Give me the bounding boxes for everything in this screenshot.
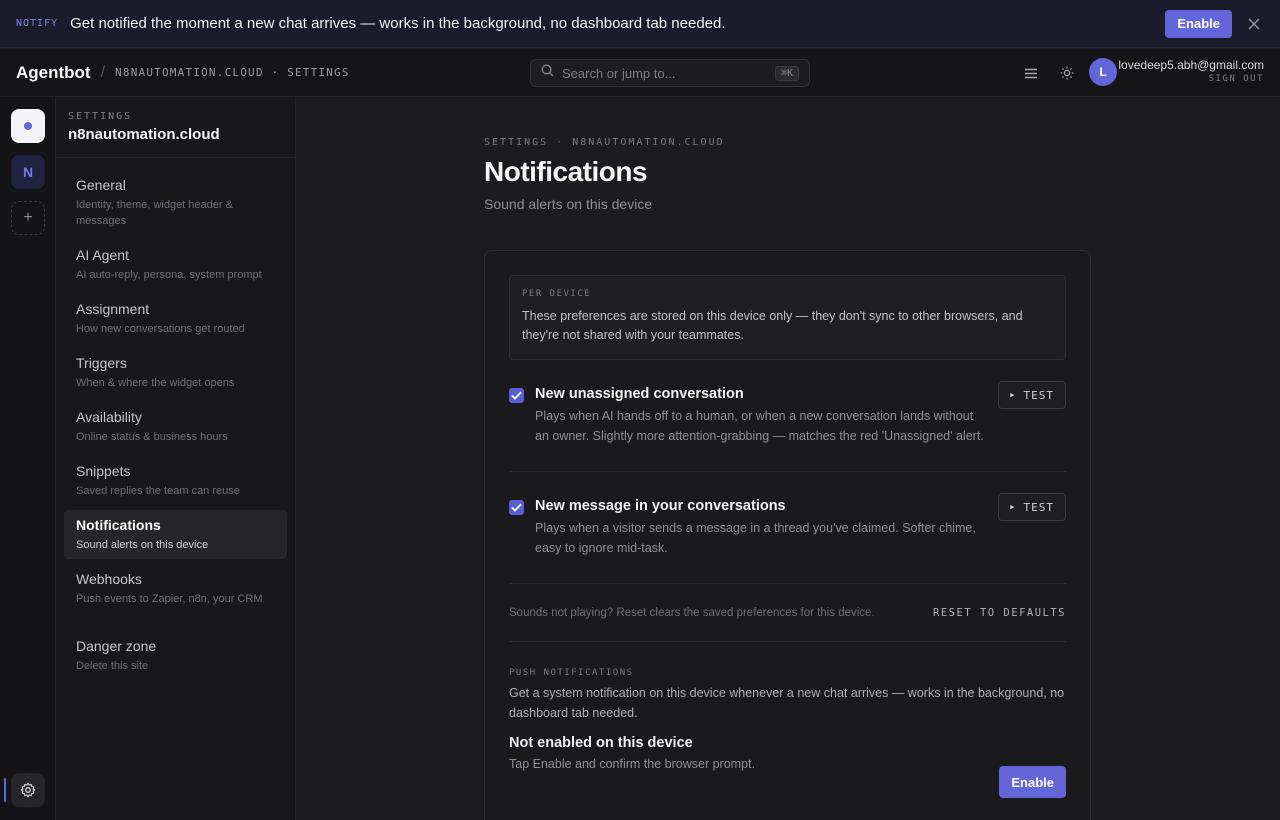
sidebar-item-snippets[interactable]: Snippets Saved replies the team can reus… [64, 456, 287, 505]
banner-tag: NOTIFY [16, 18, 59, 29]
sidebar-item-label: Danger zone [76, 638, 157, 654]
sidebar-item-desc: Push events to Zapier, n8n, your CRM [76, 593, 263, 605]
avatar[interactable]: L [1089, 58, 1117, 86]
test-unassigned-button[interactable]: ▶ TEST [998, 381, 1066, 409]
per-device-label: PER DEVICE [522, 289, 592, 299]
your-messages-checkbox[interactable] [509, 500, 524, 515]
sidebar-item-label: Webhooks [76, 571, 142, 587]
play-icon: ▶ [1010, 391, 1016, 399]
sidebar-item-label: AI Agent [76, 247, 129, 263]
breadcrumb: N8NAUTOMATION.CLOUD · SETTINGS [115, 66, 350, 79]
sidebar-site-name: n8nautomation.cloud [68, 126, 220, 143]
per-device-text: These preferences are stored on this dev… [522, 309, 1023, 342]
notify-banner: NOTIFY Get notified the moment a new cha… [0, 0, 1280, 48]
sidebar-item-ai-agent[interactable]: AI Agent AI auto-reply, persona, system … [64, 240, 287, 289]
sidebar-item-assignment[interactable]: Assignment How new conversations get rou… [64, 294, 287, 343]
push-state: Not enabled on this device [509, 735, 693, 751]
search-input[interactable]: Search or jump to... ⌘K [530, 59, 810, 87]
settings-sidebar: SETTINGS n8nautomation.cloud General Ide… [56, 97, 296, 820]
banner-enable-button[interactable]: Enable [1165, 9, 1232, 38]
user-menu: lovedeep5.abh@gmail.com SIGN OUT [1118, 58, 1264, 84]
search-shortcut: ⌘K [774, 65, 799, 81]
your-messages-desc: Plays when a visitor sends a message in … [535, 521, 976, 555]
sidebar-item-desc: When & where the widget opens [76, 377, 235, 389]
page-title: Notifications [484, 156, 648, 187]
setting-row-your-messages: New message in your conversations Plays … [509, 471, 1066, 583]
site-n-icon[interactable]: N [11, 155, 45, 189]
banner-message: Get notified the moment a new chat arriv… [70, 15, 726, 32]
rail-active-indicator [4, 778, 6, 802]
close-icon[interactable] [1244, 14, 1264, 34]
sidebar-item-label: Availability [76, 409, 142, 425]
sidebar-item-desc: Online status & business hours [76, 431, 228, 443]
test-label: TEST [1023, 500, 1054, 514]
sidebar-item-label: Assignment [76, 301, 150, 317]
reset-to-defaults-button[interactable]: RESET TO DEFAULTS [933, 607, 1066, 619]
sidebar-eyebrow: SETTINGS [68, 111, 133, 122]
search-icon [541, 64, 554, 82]
push-notifications-section: PUSH NOTIFICATIONS Get a system notifica… [509, 641, 1066, 798]
push-hint: Tap Enable and confirm the browser promp… [509, 757, 755, 771]
unassigned-checkbox[interactable] [509, 388, 524, 403]
sign-out-link[interactable]: SIGN OUT [1118, 74, 1264, 84]
setting-row-unassigned: New unassigned conversation Plays when A… [509, 360, 1066, 471]
gear-icon[interactable] [11, 773, 45, 807]
add-site-icon[interactable]: + [11, 201, 45, 235]
sidebar-item-desc: Saved replies the team can reuse [76, 485, 240, 497]
sidebar-item-label: Notifications [76, 517, 161, 533]
notifications-card: PER DEVICE These preferences are stored … [484, 250, 1091, 820]
unassigned-title: New unassigned conversation [535, 386, 744, 402]
page-subtitle: Sound alerts on this device [484, 196, 653, 212]
page-eyebrow: SETTINGS · N8NAUTOMATION.CLOUD [484, 137, 725, 148]
sidebar-item-triggers[interactable]: Triggers When & where the widget opens [64, 348, 287, 397]
sidebar-item-general[interactable]: General Identity, theme, widget header &… [64, 170, 287, 235]
unassigned-desc: Plays when AI hands off to a human, or w… [535, 409, 984, 443]
reset-note: Sounds not playing? Reset clears the sav… [509, 606, 875, 619]
play-icon: ▶ [1010, 503, 1016, 511]
sidebar-item-desc: AI auto-reply, persona, system prompt [76, 269, 262, 281]
sidebar-item-notifications[interactable]: Notifications Sound alerts on this devic… [64, 510, 287, 559]
test-label: TEST [1023, 388, 1054, 402]
test-your-messages-button[interactable]: ▶ TEST [998, 493, 1066, 521]
workspace-dot-icon[interactable] [11, 109, 45, 143]
sidebar-item-desc: Identity, theme, widget header & message… [76, 199, 233, 227]
sidebar-item-webhooks[interactable]: Webhooks Push events to Zapier, n8n, you… [64, 564, 287, 613]
push-text: Get a system notification on this device… [509, 686, 1065, 720]
sidebar-item-desc: Delete this site [76, 660, 149, 672]
push-enable-button[interactable]: Enable [999, 766, 1066, 798]
your-messages-title: New message in your conversations [535, 498, 786, 514]
main-content: SETTINGS · N8NAUTOMATION.CLOUD Notificat… [296, 97, 1280, 820]
sidebar-item-desc: Sound alerts on this device [76, 539, 209, 551]
reset-row: Sounds not playing? Reset clears the sav… [509, 583, 1066, 641]
user-email: lovedeep5.abh@gmail.com [1118, 58, 1264, 72]
per-device-info: PER DEVICE These preferences are stored … [509, 275, 1066, 360]
sidebar-item-label: General [76, 177, 126, 193]
sun-icon[interactable] [1056, 63, 1078, 83]
sidebar-item-label: Snippets [76, 463, 131, 479]
top-nav: Agentbot / N8NAUTOMATION.CLOUD · SETTING… [0, 49, 1280, 97]
sidebar-item-danger-zone[interactable]: Danger zone Delete this site [64, 631, 287, 680]
search-placeholder: Search or jump to... [562, 65, 676, 81]
sidebar-item-availability[interactable]: Availability Online status & business ho… [64, 402, 287, 451]
sidebar-item-label: Triggers [76, 355, 127, 371]
breadcrumb-separator: / [100, 63, 106, 81]
sidebar-item-desc: How new conversations get routed [76, 323, 245, 335]
menu-icon[interactable] [1020, 63, 1042, 83]
push-label: PUSH NOTIFICATIONS [509, 668, 634, 678]
brand-logo[interactable]: Agentbot [16, 63, 91, 83]
workspace-rail: N + [0, 97, 56, 820]
